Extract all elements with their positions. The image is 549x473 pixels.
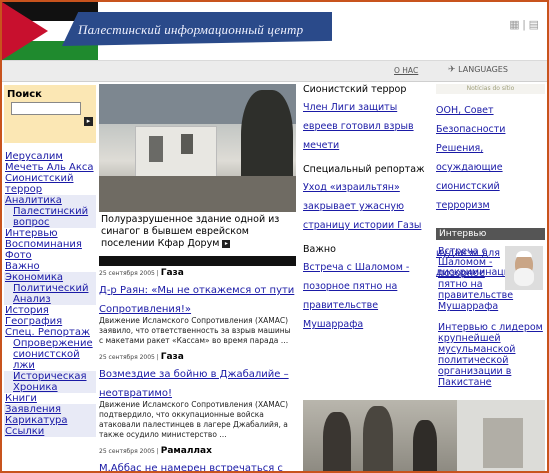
nav-item-important[interactable]: Важно [5, 261, 40, 272]
nav-item-zionist-terror[interactable]: Сионистский террор [5, 173, 74, 195]
nav-item-interview[interactable]: Интервью [5, 228, 58, 239]
nav-item-economy[interactable]: Экономика [5, 272, 63, 283]
nav-item-memoirs[interactable]: Воспоминания [5, 239, 82, 250]
news-place: Газа [160, 352, 184, 362]
nav-item-history[interactable]: История [5, 305, 49, 316]
news-date: 25 сентября 2005 | [99, 354, 159, 361]
photo-caption: Полуразрушенное здание одной из синагог … [101, 214, 295, 250]
news-item: 25 сентября 2005 | Газа Д-р Раян: «Мы не… [99, 268, 296, 346]
left-sidebar: Поиск ▸ Иерусалим Мечеть Аль Акса Сионис… [4, 85, 96, 437]
section-link[interactable]: Уход «израильтян» закрывает ужасную стра… [303, 182, 421, 231]
interview-portrait[interactable] [505, 246, 543, 290]
news-date: 25 сентября 2005 | [99, 448, 159, 455]
section-block: Специальный репортаж Уход «израильтян» з… [303, 164, 433, 232]
section-title: Важно [303, 244, 336, 255]
news-text: Движение Исламского Сопротивления (ХАМАС… [99, 316, 291, 345]
section-block: Сионистский террор Член Лиги защиты евре… [303, 84, 433, 152]
nav-item-statements[interactable]: Заявления [5, 404, 61, 415]
nav-item-refutation[interactable]: Опровержение сионистской лжи [13, 338, 93, 371]
news-item: 25 сентября 2005 | Рамаллах М.Аббас не н… [99, 446, 296, 471]
news-title[interactable]: М.Аббас не намерен встречаться с [99, 463, 283, 471]
nav-item-cartoon[interactable]: Карикатура [5, 415, 67, 426]
grid-icon[interactable]: ▦ [509, 19, 519, 31]
nav-item-links[interactable]: Ссылки [5, 426, 44, 437]
nav-item-special-report[interactable]: Спец. Репортаж [5, 327, 90, 338]
un-resolutions-link[interactable]: ООН, Совет Безопасности Решения, осуждаю… [436, 105, 505, 211]
news-item: 25 сентября 2005 | Газа Возмездие за бой… [99, 352, 296, 440]
interview-link[interactable]: Встреча с Шаломом - позорное пятно на пр… [438, 246, 513, 312]
site-title[interactable]: Палестинский информационный центр [78, 22, 338, 38]
news-date: 25 сентября 2005 | [99, 270, 159, 277]
caption-arrow-icon[interactable]: ▸ [222, 239, 231, 248]
interview-link-2[interactable]: Интервью с лидером крупнейшей мусульманс… [438, 322, 546, 388]
sidebar-nav: Иерусалим Мечеть Аль Акса Сионистский те… [4, 151, 96, 437]
header-icons: ▦ | ▤ [509, 19, 539, 31]
news-title[interactable]: Возмездие за бойню в Джабалийе – неотвра… [99, 369, 289, 399]
right-column-heading: Notícias do sítio [436, 84, 545, 94]
news-place: Газа [160, 268, 184, 278]
news-place: Рамаллах [160, 446, 212, 456]
page-icon[interactable]: ▤ [529, 19, 539, 31]
nav-item-historical-chronicle[interactable]: Историческая Хроника [13, 371, 87, 393]
page-frame: Палестинский информационный центр ▦ | ▤ … [0, 0, 549, 473]
search-input[interactable] [11, 102, 81, 115]
section-link[interactable]: Встреча с Шаломом - позорное пятно на пр… [303, 262, 409, 330]
section-title: Сионистский террор [303, 84, 407, 95]
nav-item-jerusalem[interactable]: Иерусалим [5, 151, 63, 162]
languages-icon: ✈ [448, 65, 456, 75]
section-block: Важно Встреча с Шаломом - позорное пятно… [303, 244, 433, 331]
photo-caption-text: Полуразрушенное здание одной из синагог … [101, 214, 280, 249]
section-title: Специальный репортаж [303, 164, 425, 175]
nav-item-al-aqsa[interactable]: Мечеть Аль Акса [5, 162, 94, 173]
search-go-icon[interactable]: ▸ [84, 117, 93, 126]
news-text: Движение Исламского Сопротивления (ХАМАС… [99, 400, 289, 439]
search-box: Поиск ▸ [4, 85, 96, 143]
nav-item-geography[interactable]: География [5, 316, 62, 327]
bottom-news-photo[interactable] [303, 400, 545, 471]
separator-bar [99, 256, 296, 266]
top-navigation-bar: О НАС ✈ LANGUAGES [2, 60, 547, 82]
about-link[interactable]: О НАС [394, 66, 418, 75]
section-link[interactable]: Член Лиги защиты евреев готовил взрыв ме… [303, 102, 414, 151]
nav-item-palestine-question[interactable]: Палестинский вопрос [13, 206, 88, 228]
search-label: Поиск [7, 89, 42, 100]
middle-column: Сионистский террор Член Лиги защиты евре… [303, 84, 433, 331]
news-list: 25 сентября 2005 | Газа Д-р Раян: «Мы не… [99, 268, 296, 471]
languages-link[interactable]: ✈ LANGUAGES [448, 65, 508, 75]
interview-heading: Интервью [436, 228, 545, 240]
site-header: Палестинский информационный центр ▦ | ▤ [2, 2, 547, 60]
nav-item-books[interactable]: Книги [5, 393, 37, 404]
nav-item-political-analysis[interactable]: Политический Анализ [13, 283, 88, 305]
languages-label: LANGUAGES [458, 65, 508, 74]
main-news-photo[interactable] [99, 84, 296, 212]
nav-item-analytics[interactable]: Аналитика [5, 195, 62, 206]
nav-item-photo[interactable]: Фото [5, 250, 32, 261]
news-title[interactable]: Д-р Раян: «Мы не откажемся от пути Сопро… [99, 285, 294, 315]
